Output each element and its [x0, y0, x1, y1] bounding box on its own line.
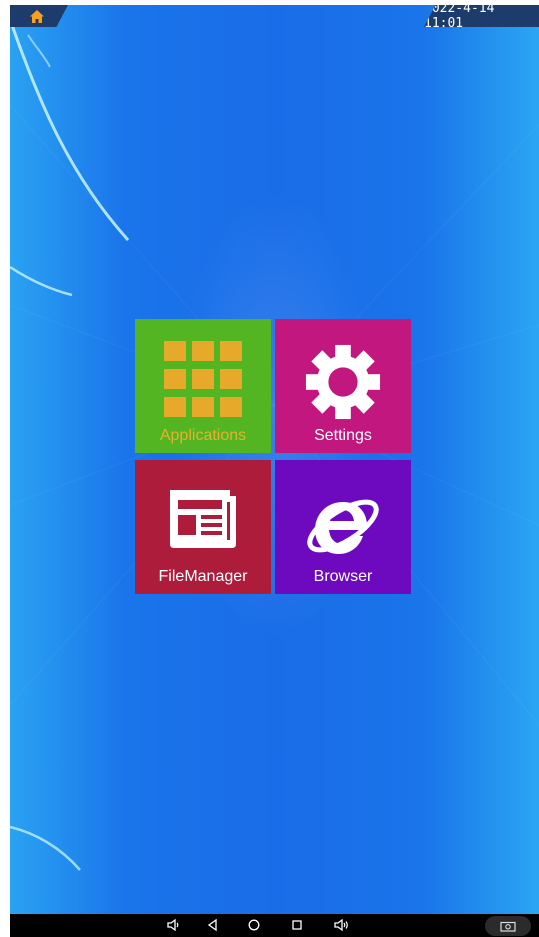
volume-down-icon [167, 918, 179, 932]
screenshot-icon [500, 921, 516, 932]
status-bar: 2022-4-14 11:01 [10, 5, 539, 29]
volume-down-button[interactable] [166, 918, 182, 934]
tile-label-filemanager: FileManager [158, 568, 248, 585]
back-icon [207, 918, 217, 932]
recents-button[interactable] [290, 918, 306, 934]
home-button[interactable] [10, 5, 68, 27]
navigation-bar [10, 914, 539, 937]
tile-applications[interactable]: Applications [135, 319, 271, 453]
home-nav-button[interactable] [247, 918, 263, 934]
home-screen: 2022-4-14 11:01 Applications Settings Fi… [10, 5, 539, 937]
tile-label-settings: Settings [314, 427, 372, 444]
volume-up-button[interactable] [334, 918, 350, 934]
tile-filemanager[interactable]: FileManager [135, 460, 271, 594]
tile-label-browser: Browser [313, 568, 373, 585]
tile-label-applications: Applications [159, 427, 247, 444]
app-grid-icon [164, 341, 242, 417]
tile-browser[interactable]: Browser [275, 460, 411, 594]
back-button[interactable] [206, 918, 222, 934]
recents-icon [292, 920, 302, 930]
screenshot-button[interactable] [485, 916, 531, 936]
internet-explorer-icon [307, 499, 379, 554]
tile-settings[interactable]: Settings [275, 319, 411, 453]
app-tiles: Applications Settings FileManager Browse… [135, 319, 412, 595]
home-circle-icon [248, 919, 260, 931]
volume-up-icon [334, 918, 348, 932]
gear-icon [305, 344, 381, 420]
document-icon [170, 490, 236, 548]
home-icon [30, 9, 44, 23]
datetime-display: 2022-4-14 11:01 [424, 5, 539, 27]
